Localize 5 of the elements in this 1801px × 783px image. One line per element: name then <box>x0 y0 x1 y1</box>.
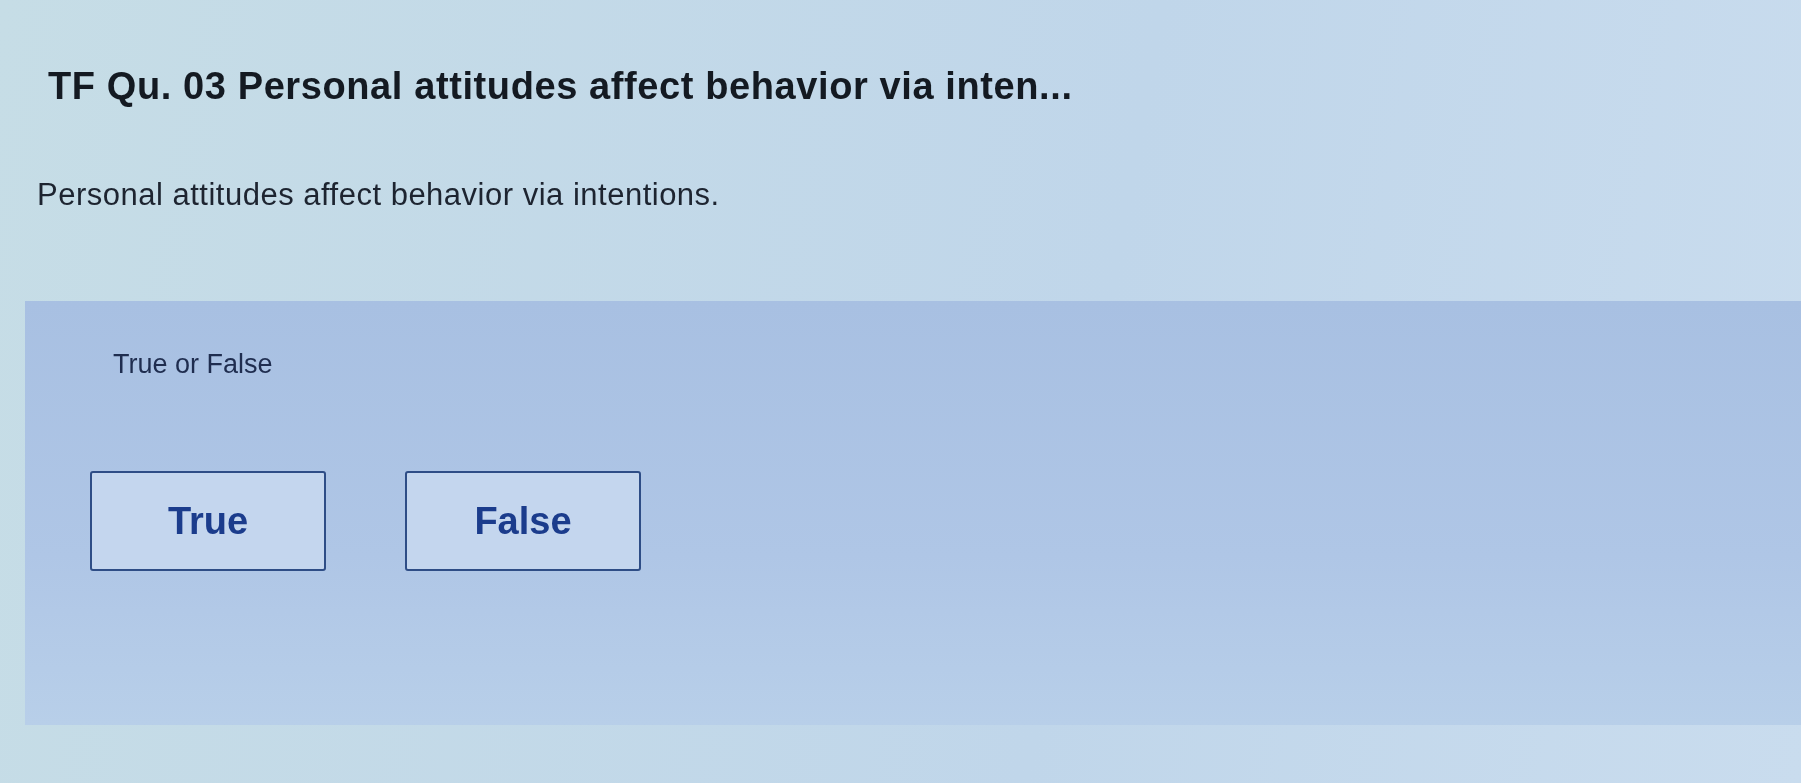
answer-option-button[interactable]: True <box>90 471 326 571</box>
answer-option-button[interactable]: False <box>405 471 641 571</box>
answer-type-label: True or False <box>113 348 273 381</box>
question-prompt: Personal attitudes affect behavior via intentions. <box>37 176 720 214</box>
question-title: TF Qu. 03 Personal attitudes affect behavior via inten... <box>48 64 1073 109</box>
